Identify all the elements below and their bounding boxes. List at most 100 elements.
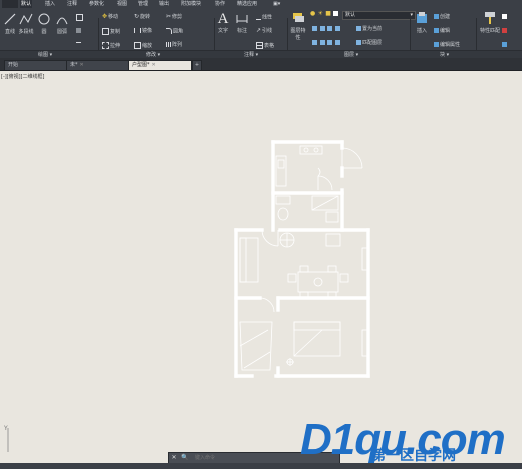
polyline-tool-label: 多段线 xyxy=(18,29,34,35)
drawing-canvas[interactable]: Y X xyxy=(0,70,522,452)
tv-cabinet xyxy=(361,247,368,271)
edit-attribute-icon xyxy=(434,42,439,47)
watermark-subtitle: 第一区自学网 xyxy=(372,448,456,464)
stretch-tool[interactable]: 拉伸 xyxy=(102,42,120,49)
copy-tool[interactable]: 复制 xyxy=(102,28,120,35)
tab-floorplan[interactable]: 户型图* ✕ xyxy=(128,60,192,70)
set-current-label: 置为当前 xyxy=(362,26,383,32)
unlock-icon[interactable]: ■ xyxy=(325,11,331,17)
insert-block-icon xyxy=(417,12,427,23)
layer-thaw-icon[interactable] xyxy=(327,40,333,45)
layer-dropdown[interactable]: 默认 ▾ xyxy=(342,11,416,20)
new-tab-button[interactable]: + xyxy=(192,60,202,70)
menu-item-insert[interactable]: 插入 xyxy=(44,0,56,8)
app-menu-icon[interactable] xyxy=(2,0,18,8)
lightbulb-icon[interactable]: ● xyxy=(310,11,315,17)
close-command-icon[interactable]: ✕ xyxy=(170,454,178,462)
rotate-label: 旋转 xyxy=(140,14,151,20)
menu-item-manage[interactable]: 管理 xyxy=(137,0,149,8)
polyline-tool[interactable]: 多段线 xyxy=(18,12,34,35)
kitchen-counter xyxy=(275,155,287,187)
dimension-icon xyxy=(236,15,248,23)
trim-icon: ✂ xyxy=(166,13,172,20)
mirror-tool[interactable]: 镜像 xyxy=(134,28,152,34)
stretch-label: 拉伸 xyxy=(110,43,121,49)
hatch-icon xyxy=(76,28,81,33)
array-label: 阵列 xyxy=(172,42,183,48)
dimension-tool-label: 标注 xyxy=(236,28,247,34)
bath-cabinet xyxy=(325,211,339,223)
create-block-tool[interactable]: 创建 xyxy=(434,14,450,20)
line-tool[interactable]: 直线 xyxy=(2,12,18,35)
text-tool[interactable]: A 文字 xyxy=(216,11,230,34)
sun-icon[interactable]: ☀ xyxy=(318,11,323,17)
draw-more-icon xyxy=(76,42,81,48)
properties-swatch-2[interactable] xyxy=(502,28,508,34)
close-icon[interactable]: ✕ xyxy=(152,62,156,68)
menu-item-output[interactable]: 输出 xyxy=(158,0,170,8)
layer-unlock-icon[interactable] xyxy=(334,40,340,45)
site-watermark: D1qu.com 第一区自学网 xyxy=(300,418,506,466)
match-properties-tool[interactable]: 特性匹配 xyxy=(480,11,500,34)
edit-block-tool[interactable]: 编辑 xyxy=(434,28,450,34)
set-current-tool[interactable]: 置为当前 xyxy=(356,26,382,32)
arc-tool-label: 圆弧 xyxy=(56,29,67,35)
edit-block-label: 编辑 xyxy=(440,28,451,34)
search-icon[interactable]: 🔍 xyxy=(181,454,189,462)
ucs-icon xyxy=(7,428,9,452)
layer-off-icon[interactable] xyxy=(312,26,317,31)
match-layer-tool[interactable]: 匹配图层 xyxy=(356,40,382,46)
match-layer-label: 匹配图层 xyxy=(362,40,383,46)
draw-more-tool[interactable] xyxy=(76,42,82,49)
layer-unisolate-icon[interactable] xyxy=(319,40,325,45)
match-layer-icon xyxy=(356,40,361,45)
tab-start[interactable]: 开始 xyxy=(4,60,68,70)
rotate-tool[interactable]: ↻旋转 xyxy=(134,14,151,21)
menu-item-parametric[interactable]: 参数化 xyxy=(88,0,105,8)
dimension-tool[interactable]: 标注 xyxy=(234,11,250,34)
menu-item-annotate[interactable]: 注释 xyxy=(66,0,78,8)
kitchen-sink xyxy=(277,159,285,169)
properties-swatch-1[interactable] xyxy=(502,14,508,20)
array-tool[interactable]: 阵列 xyxy=(166,42,182,48)
copy-icon xyxy=(102,28,109,35)
edit-block-icon xyxy=(434,28,439,33)
arc-tool[interactable]: 圆弧 xyxy=(54,12,70,35)
circle-tool[interactable]: 圆 xyxy=(36,12,52,35)
menu-item-collaborate[interactable]: 协作 xyxy=(214,0,226,8)
properties-swatch-3[interactable] xyxy=(502,42,508,48)
menu-item-addins[interactable]: 附加模块 xyxy=(180,0,202,8)
lineweight-icon xyxy=(502,42,507,47)
move-tool[interactable]: ✥移动 xyxy=(102,14,118,21)
rectangle-tool[interactable] xyxy=(76,14,84,21)
layer-on-icon[interactable] xyxy=(312,40,317,45)
layer-current-value: 默认 xyxy=(345,12,356,18)
leader-tool[interactable]: ↗引线 xyxy=(256,28,272,35)
layer-freeze-icon[interactable] xyxy=(327,26,333,31)
edit-attribute-tool[interactable]: 编辑属性 xyxy=(434,42,460,48)
scale-tool[interactable]: 缩放 xyxy=(134,42,152,49)
layer-properties-tool[interactable]: 图层特性 xyxy=(289,11,307,41)
tab-start-label: 开始 xyxy=(8,62,19,68)
layer-lock-icon[interactable] xyxy=(334,26,340,31)
stretch-icon xyxy=(102,42,109,49)
menu-item-featured-apps[interactable]: 精选应用 xyxy=(236,0,258,8)
menu-overflow-button[interactable]: ▣▾ xyxy=(272,0,281,8)
tab-untitled[interactable]: 未* ✕ xyxy=(66,60,130,70)
line-tool-label: 直线 xyxy=(4,29,15,35)
trim-tool[interactable]: ✂修剪 xyxy=(166,13,182,21)
stove xyxy=(299,145,323,155)
menu-item-default[interactable]: 默认 xyxy=(20,0,33,8)
layer-isolate-icon[interactable] xyxy=(319,26,325,31)
wardrobe xyxy=(239,321,273,371)
fillet-tool[interactable]: 圆角 xyxy=(166,28,183,35)
menu-item-view[interactable]: 视图 xyxy=(116,0,128,8)
hatch-tool[interactable] xyxy=(76,28,82,34)
bath-door-swing xyxy=(317,175,333,191)
paintbrush-icon xyxy=(485,12,495,24)
linear-dim-tool[interactable]: 线性 xyxy=(256,14,272,21)
line-icon xyxy=(4,13,16,25)
close-icon[interactable]: ✕ xyxy=(80,62,84,68)
table-tool[interactable]: 表格 xyxy=(256,42,274,49)
insert-block-tool[interactable]: 插入 xyxy=(413,11,431,34)
